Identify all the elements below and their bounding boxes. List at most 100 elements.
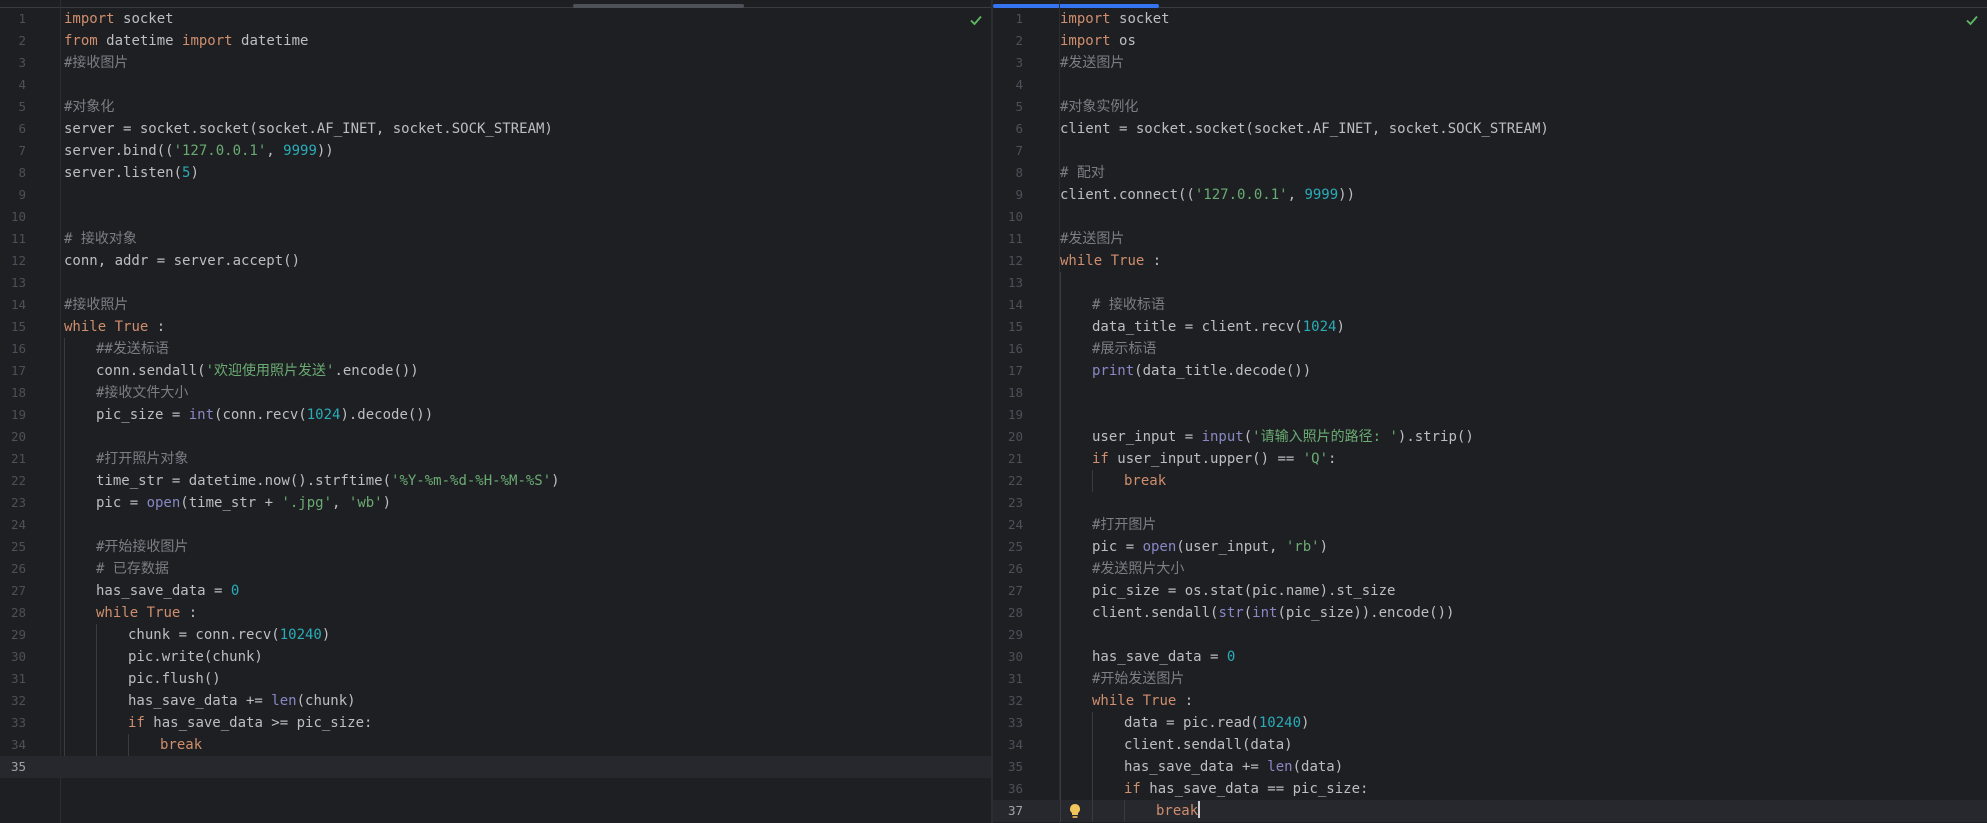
code-text[interactable]: has_save_data = 0	[96, 580, 239, 602]
line-number[interactable]: 33	[993, 712, 1023, 734]
code-line[interactable]: 15 while True :	[0, 316, 991, 338]
line-number[interactable]: 8	[0, 162, 26, 184]
line-number[interactable]: 30	[993, 646, 1023, 668]
code-text[interactable]: #接收图片	[64, 52, 128, 74]
code-text[interactable]: from datetime import datetime	[64, 30, 308, 52]
code-text[interactable]: #发送图片	[1060, 228, 1124, 250]
code-line[interactable]: 31 #开始发送图片	[993, 668, 1987, 690]
code-text[interactable]: if has_save_data == pic_size:	[1124, 778, 1368, 800]
code-line[interactable]: 11 # 接收对象	[0, 228, 991, 250]
line-number[interactable]: 29	[993, 624, 1023, 646]
code-line[interactable]: 30 has_save_data = 0	[993, 646, 1987, 668]
code-line[interactable]: 21 #打开照片对象	[0, 448, 991, 470]
line-number[interactable]: 10	[993, 206, 1023, 228]
code-line[interactable]: 33 if has_save_data >= pic_size:	[0, 712, 991, 734]
code-line[interactable]: 9 client.connect(('127.0.0.1', 9999))	[993, 184, 1987, 206]
line-number[interactable]: 9	[993, 184, 1023, 206]
code-line[interactable]: 14 # 接收标语	[993, 294, 1987, 316]
code-line[interactable]: 4	[993, 74, 1987, 96]
line-number[interactable]: 10	[0, 206, 26, 228]
line-number[interactable]: 32	[0, 690, 26, 712]
code-line[interactable]: 25 #开始接收图片	[0, 536, 991, 558]
line-number[interactable]: 1	[993, 8, 1023, 30]
code-line[interactable]: 8 # 配对	[993, 162, 1987, 184]
code-text[interactable]: conn, addr = server.accept()	[64, 250, 300, 272]
code-line[interactable]: 32 has_save_data += len(chunk)	[0, 690, 991, 712]
code-line[interactable]: 23	[993, 492, 1987, 514]
code-text[interactable]: data = pic.read(10240)	[1124, 712, 1309, 734]
line-number[interactable]: 12	[0, 250, 26, 272]
code-text[interactable]: client.sendall(data)	[1124, 734, 1293, 756]
code-line[interactable]: 1 import socket	[993, 8, 1987, 30]
line-number[interactable]: 27	[0, 580, 26, 602]
code-text[interactable]: # 接收标语	[1092, 294, 1165, 316]
code-line[interactable]: 10	[0, 206, 991, 228]
code-text[interactable]: while True :	[96, 602, 197, 624]
code-line[interactable]: 1 import socket	[0, 8, 991, 30]
code-text[interactable]: server.listen(5)	[64, 162, 199, 184]
line-number[interactable]: 32	[993, 690, 1023, 712]
code-line[interactable]: 2 import os	[993, 30, 1987, 52]
left-editor-pane[interactable]: 1 import socket 2 from datetime import date…	[0, 0, 991, 823]
line-number[interactable]: 15	[0, 316, 26, 338]
code-text[interactable]: #对象实例化	[1060, 96, 1138, 118]
line-number[interactable]: 7	[0, 140, 26, 162]
line-number[interactable]: 18	[993, 382, 1023, 404]
code-line[interactable]: 17 conn.sendall('欢迎使用照片发送'.encode())	[0, 360, 991, 382]
code-text[interactable]: has_save_data += len(data)	[1124, 756, 1343, 778]
code-text[interactable]: import socket	[1060, 8, 1170, 30]
code-text[interactable]: has_save_data = 0	[1092, 646, 1235, 668]
code-text[interactable]: pic.flush()	[128, 668, 221, 690]
code-line[interactable]: 24 #打开图片	[993, 514, 1987, 536]
line-number[interactable]: 20	[993, 426, 1023, 448]
code-line[interactable]: 37 break	[993, 800, 1987, 822]
code-line[interactable]: 11 #发送图片	[993, 228, 1987, 250]
line-number[interactable]: 34	[0, 734, 26, 756]
code-text[interactable]: while True :	[64, 316, 165, 338]
code-line[interactable]: 22 break	[993, 470, 1987, 492]
code-text[interactable]: server.bind(('127.0.0.1', 9999))	[64, 140, 334, 162]
line-number[interactable]: 35	[993, 756, 1023, 778]
code-line[interactable]: 34 break	[0, 734, 991, 756]
line-number[interactable]: 3	[0, 52, 26, 74]
line-number[interactable]: 29	[0, 624, 26, 646]
code-line[interactable]: 19	[993, 404, 1987, 426]
code-line[interactable]: 17 print(data_title.decode())	[993, 360, 1987, 382]
code-text[interactable]: import socket	[64, 8, 174, 30]
code-text[interactable]: data_title = client.recv(1024)	[1092, 316, 1345, 338]
line-number[interactable]: 15	[993, 316, 1023, 338]
line-number[interactable]: 36	[993, 778, 1023, 800]
code-line[interactable]: 20 user_input = input('请输入照片的路径: ').strip…	[993, 426, 1987, 448]
code-line[interactable]: 19 pic_size = int(conn.recv(1024).decode(…	[0, 404, 991, 426]
code-line[interactable]: 16 ##发送标语	[0, 338, 991, 360]
line-number[interactable]: 6	[993, 118, 1023, 140]
code-text[interactable]: ##发送标语	[96, 338, 169, 360]
line-number[interactable]: 23	[0, 492, 26, 514]
code-line[interactable]: 35 has_save_data += len(data)	[993, 756, 1987, 778]
code-line[interactable]: 9	[0, 184, 991, 206]
right-editor-pane[interactable]: 1 import socket 2 import os 3 #发送图片 4 5 #对象实例化 6 c…	[993, 0, 1987, 823]
code-text[interactable]: #对象化	[64, 96, 114, 118]
line-number[interactable]: 31	[993, 668, 1023, 690]
code-text[interactable]: #发送照片大小	[1092, 558, 1184, 580]
line-number[interactable]: 14	[993, 294, 1023, 316]
line-number[interactable]: 34	[993, 734, 1023, 756]
code-line[interactable]: 21 if user_input.upper() == 'Q':	[993, 448, 1987, 470]
code-text[interactable]: pic = open(time_str + '.jpg', 'wb')	[96, 492, 391, 514]
line-number[interactable]: 27	[993, 580, 1023, 602]
code-line[interactable]: 27 has_save_data = 0	[0, 580, 991, 602]
line-number[interactable]: 35	[0, 756, 26, 778]
line-number[interactable]: 20	[0, 426, 26, 448]
code-line[interactable]: 2 from datetime import datetime	[0, 30, 991, 52]
line-number[interactable]: 11	[993, 228, 1023, 250]
code-text[interactable]: break	[1156, 800, 1201, 822]
code-text[interactable]: #打开照片对象	[96, 448, 188, 470]
code-text[interactable]: while True :	[1060, 250, 1161, 272]
code-text[interactable]: # 已存数据	[96, 558, 169, 580]
code-text[interactable]: break	[1124, 470, 1166, 492]
line-number[interactable]: 30	[0, 646, 26, 668]
line-number[interactable]: 26	[993, 558, 1023, 580]
code-line[interactable]: 18	[993, 382, 1987, 404]
line-number[interactable]: 23	[993, 492, 1023, 514]
code-text[interactable]: #开始发送图片	[1092, 668, 1184, 690]
